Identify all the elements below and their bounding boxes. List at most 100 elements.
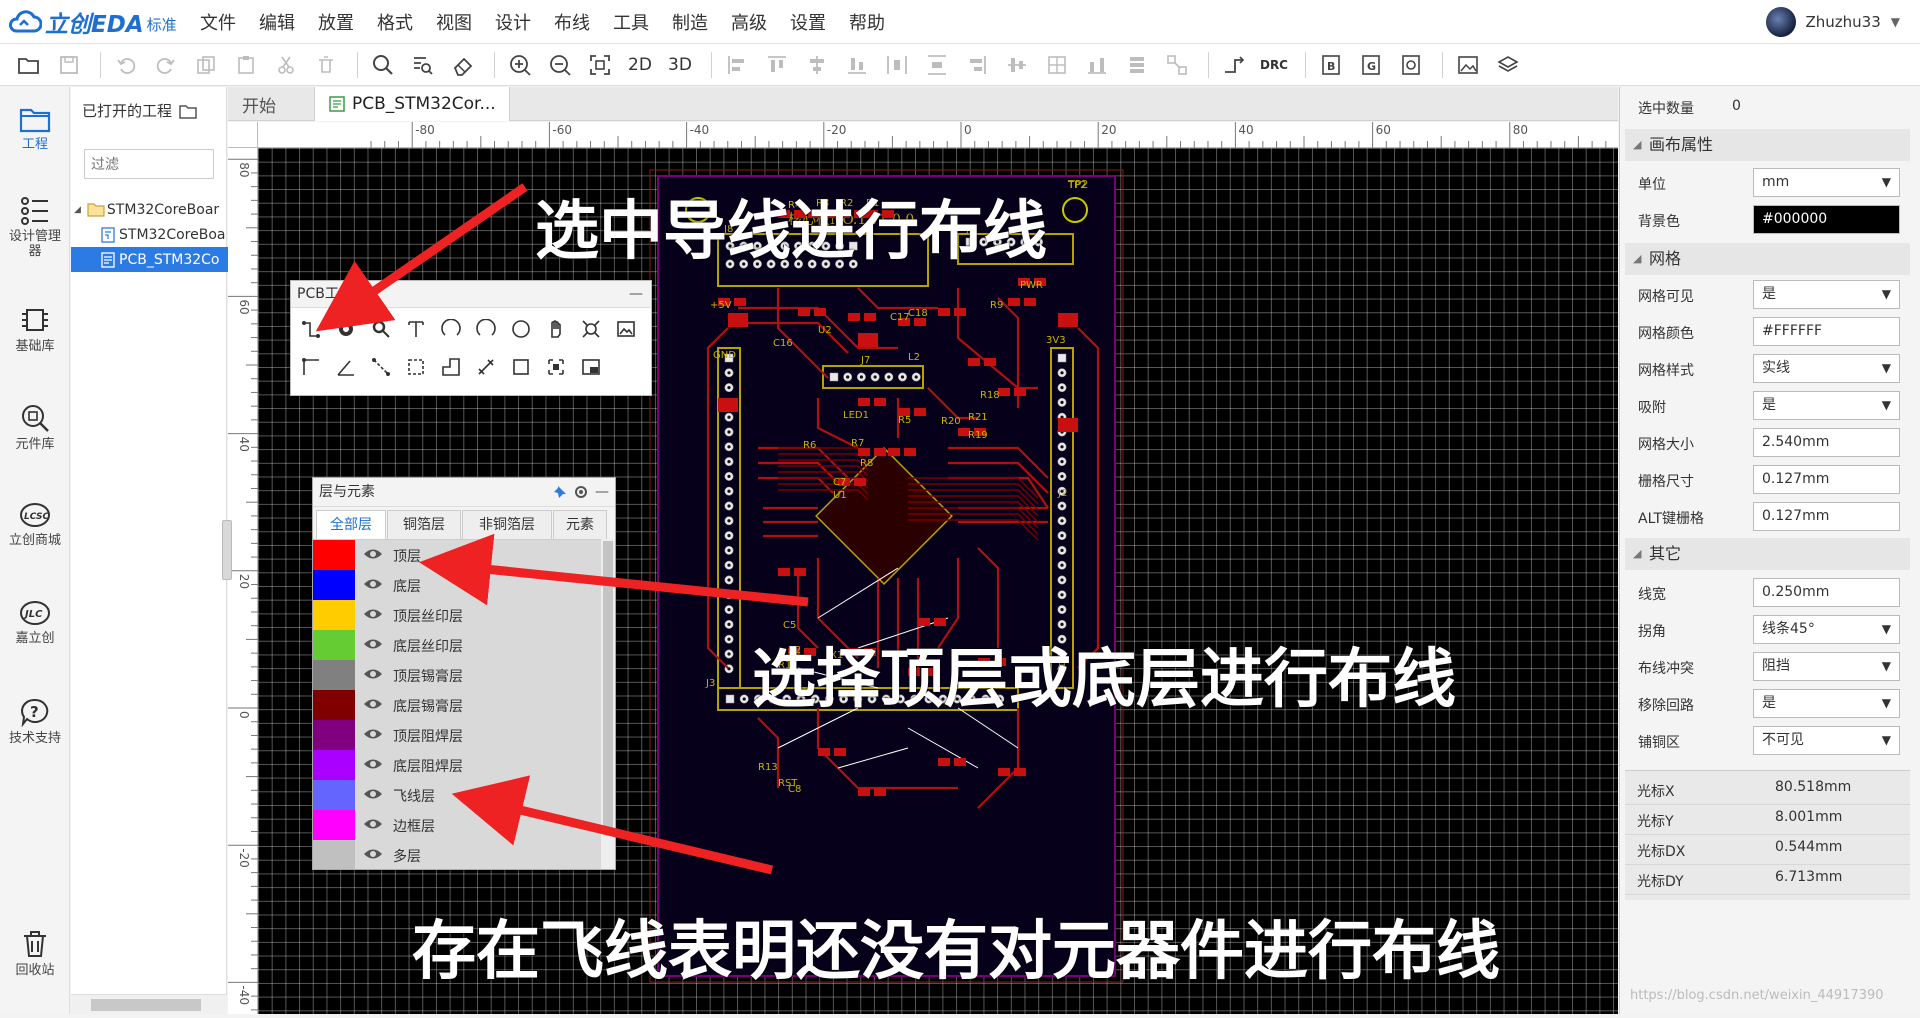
section-other[interactable]: ◢ 其它 bbox=[1625, 538, 1910, 570]
layer-color-swatch[interactable] bbox=[313, 660, 355, 690]
bom-icon[interactable]: B bbox=[1314, 48, 1348, 82]
pad-tool-icon[interactable] bbox=[332, 315, 360, 343]
align-top-icon[interactable] bbox=[760, 48, 794, 82]
eraser-icon[interactable] bbox=[446, 48, 480, 82]
layer-row[interactable]: 底层锡膏层 bbox=[313, 690, 615, 720]
unit-select[interactable]: mm ▼ bbox=[1753, 168, 1900, 197]
layer-color-swatch[interactable] bbox=[313, 750, 355, 780]
copper-area-select[interactable]: 不可见 ▼ bbox=[1753, 726, 1900, 755]
eye-icon[interactable] bbox=[363, 757, 383, 771]
eye-icon[interactable] bbox=[363, 577, 383, 591]
cut-icon[interactable] bbox=[269, 48, 303, 82]
tree-item-project[interactable]: ◢ STM32CoreBoar bbox=[71, 197, 230, 222]
scroll-thumb[interactable] bbox=[603, 541, 613, 831]
bar-align-icon[interactable] bbox=[1080, 48, 1114, 82]
menu-item[interactable]: 格式 bbox=[377, 9, 413, 35]
layer-color-swatch[interactable] bbox=[313, 720, 355, 750]
nav-lcsc[interactable]: LCSC 立创商城 bbox=[0, 501, 70, 548]
dashed-rect-tool-icon[interactable] bbox=[402, 353, 430, 381]
layer-row[interactable]: 底层阻焊层 bbox=[313, 750, 615, 780]
search-icon[interactable] bbox=[366, 48, 400, 82]
canvas-origin-icon[interactable] bbox=[577, 353, 605, 381]
undo-icon[interactable] bbox=[109, 48, 143, 82]
circle-tool-icon[interactable] bbox=[507, 315, 535, 343]
eye-icon[interactable] bbox=[363, 817, 383, 831]
minimize-icon[interactable]: — bbox=[629, 281, 643, 307]
section-canvas-properties[interactable]: ◢ 画布属性 bbox=[1625, 129, 1910, 161]
eye-icon[interactable] bbox=[363, 847, 383, 861]
image-tool-icon[interactable] bbox=[577, 315, 605, 343]
menu-item[interactable]: 工具 bbox=[613, 9, 649, 35]
align-left-icon[interactable] bbox=[720, 48, 754, 82]
layers-header[interactable]: 层与元素 — bbox=[313, 478, 615, 507]
layer-color-swatch[interactable] bbox=[313, 540, 355, 570]
delete-icon[interactable] bbox=[309, 48, 343, 82]
grid-size-field[interactable]: 2.540mm bbox=[1753, 428, 1900, 457]
menu-item[interactable]: 布线 bbox=[554, 9, 590, 35]
menu-item[interactable]: 高级 bbox=[731, 9, 767, 35]
panel-collapse-handle[interactable] bbox=[222, 520, 232, 580]
pick-place-icon[interactable] bbox=[1394, 48, 1428, 82]
align-middle-icon[interactable] bbox=[1000, 48, 1034, 82]
menu-item[interactable]: 设置 bbox=[790, 9, 826, 35]
photo-tool-icon[interactable] bbox=[612, 315, 640, 343]
chevron-down-icon[interactable]: ▼ bbox=[1891, 15, 1900, 29]
username[interactable]: Zhuzhu33 bbox=[1806, 13, 1881, 31]
tab-pcb[interactable]: PCB_STM32Cor... bbox=[314, 87, 510, 121]
layer-row[interactable]: 顶层阻焊层 bbox=[313, 720, 615, 750]
view-2d-button[interactable]: 2D bbox=[623, 48, 657, 82]
via-tool-icon[interactable] bbox=[367, 315, 395, 343]
angle-tool-icon[interactable] bbox=[332, 353, 360, 381]
layer-color-swatch[interactable] bbox=[313, 630, 355, 660]
layer-color-swatch[interactable] bbox=[313, 840, 355, 869]
track-width-field[interactable]: 0.250mm bbox=[1753, 578, 1900, 607]
layer-color-swatch[interactable] bbox=[313, 780, 355, 810]
menu-item[interactable]: 视图 bbox=[436, 9, 472, 35]
align-right-icon[interactable] bbox=[960, 48, 994, 82]
grid-style-select[interactable]: 实线 ▼ bbox=[1753, 354, 1900, 383]
gerber-icon[interactable]: G bbox=[1354, 48, 1388, 82]
layer-color-swatch[interactable] bbox=[313, 600, 355, 630]
minimize-icon[interactable]: — bbox=[595, 478, 609, 506]
layer-row[interactable]: 底层丝印层 bbox=[313, 630, 615, 660]
remove-loop-select[interactable]: 是 ▼ bbox=[1753, 689, 1900, 718]
nav-jlc[interactable]: JLC 嘉立创 bbox=[0, 599, 70, 646]
layers-scrollbar[interactable] bbox=[601, 539, 615, 869]
nav-recycle[interactable]: 回收站 bbox=[0, 929, 70, 978]
layer-row[interactable]: 飞线层 bbox=[313, 780, 615, 810]
arc-tool-icon[interactable] bbox=[437, 315, 465, 343]
copy-icon[interactable] bbox=[189, 48, 223, 82]
route-icon[interactable] bbox=[1217, 48, 1251, 82]
layer-color-swatch[interactable] bbox=[313, 570, 355, 600]
text-tool-icon[interactable] bbox=[402, 315, 430, 343]
menu-item[interactable]: 帮助 bbox=[849, 9, 885, 35]
gear-icon[interactable] bbox=[573, 484, 589, 500]
scroll-thumb[interactable] bbox=[91, 999, 201, 1011]
menu-item[interactable]: 放置 bbox=[318, 9, 354, 35]
layer-row[interactable]: 多层 bbox=[313, 840, 615, 869]
app-logo[interactable]: 立创EDA 标准 bbox=[8, 8, 177, 38]
eye-icon[interactable] bbox=[363, 697, 383, 711]
track-tool-icon[interactable] bbox=[297, 315, 325, 343]
conflict-select[interactable]: 阻挡 ▼ bbox=[1753, 652, 1900, 681]
nav-support[interactable]: ? 技术支持 bbox=[0, 697, 70, 746]
layer-tab-elements[interactable]: 元素 bbox=[553, 510, 607, 539]
image-icon[interactable] bbox=[1451, 48, 1485, 82]
copper-area-icon[interactable] bbox=[542, 353, 570, 381]
menu-item[interactable]: 文件 bbox=[200, 9, 236, 35]
distribute-v-icon[interactable] bbox=[920, 48, 954, 82]
eye-icon[interactable] bbox=[363, 547, 383, 561]
dimension-tool-icon[interactable] bbox=[472, 353, 500, 381]
user-menu[interactable]: Zhuzhu33 ▼ bbox=[1765, 6, 1900, 38]
layer-row[interactable]: 边框层 bbox=[313, 810, 615, 840]
stack-align-icon[interactable] bbox=[1120, 48, 1154, 82]
pcb-tools-header[interactable]: PCB工具 — bbox=[291, 281, 651, 308]
avatar[interactable] bbox=[1765, 7, 1796, 37]
folder-icon[interactable] bbox=[179, 103, 197, 119]
redo-icon[interactable] bbox=[149, 48, 183, 82]
pan-tool-icon[interactable] bbox=[542, 315, 570, 343]
paste-icon[interactable] bbox=[229, 48, 263, 82]
layer-color-swatch[interactable] bbox=[313, 810, 355, 840]
connect-tool-icon[interactable] bbox=[367, 353, 395, 381]
zoom-out-icon[interactable] bbox=[543, 48, 577, 82]
